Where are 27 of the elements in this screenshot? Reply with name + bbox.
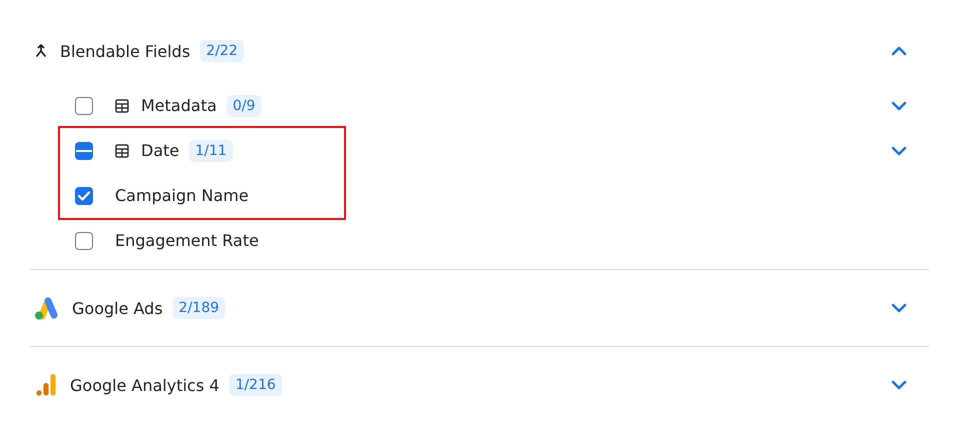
checkbox[interactable] [75,96,93,114]
selection-count: 2/22 [200,40,244,62]
field-label: Engagement Rate [115,231,259,250]
ads-logo-icon [32,296,60,320]
section-title: Google Analytics 4 [70,376,220,394]
chevron-down-icon[interactable] [891,380,907,390]
section-title: Blendable Fields [60,42,190,60]
section-title: Google Ads [72,298,163,318]
merge-icon [35,44,47,58]
selection-count: 0/9 [226,94,262,116]
selection-count: 1/11 [189,140,233,162]
tick-icon [77,190,91,202]
chevron-down-icon[interactable] [891,100,907,110]
checkbox[interactable] [75,232,93,250]
checkbox[interactable] [75,186,93,204]
selection-count: 2/189 [172,297,226,319]
table-icon [115,98,129,112]
chevron-down-icon[interactable] [891,303,907,313]
chevron-down-icon[interactable] [891,146,907,156]
table-icon [115,144,129,158]
chevron-up-icon[interactable] [891,46,907,56]
field-label: Date [141,141,180,160]
field-label: Metadata [141,96,217,115]
analytics-logo-icon [35,373,57,397]
field-label: Campaign Name [115,186,249,205]
checkbox[interactable] [75,142,93,160]
selection-count: 1/216 [229,374,282,396]
